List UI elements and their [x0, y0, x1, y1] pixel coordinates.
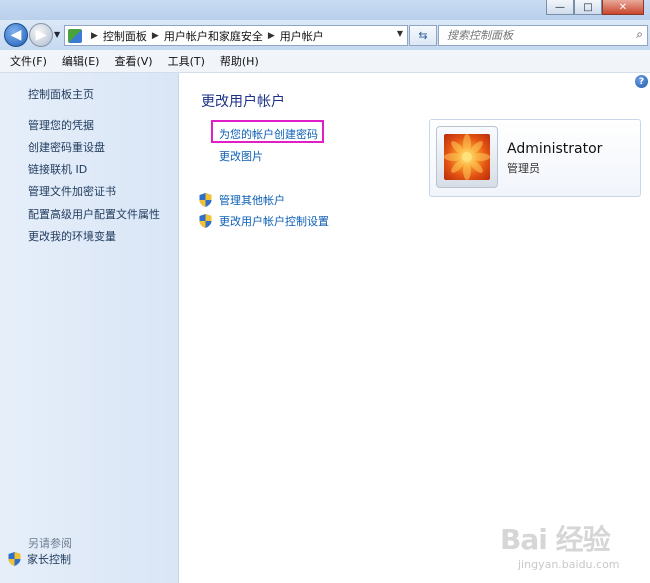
control-panel-home-link[interactable]: 控制面板主页 — [28, 86, 94, 102]
breadcrumb-separator-icon[interactable]: ▶ — [91, 31, 98, 41]
search-box[interactable]: ⌕ — [438, 25, 648, 46]
page-title: 更改用户帐户 — [201, 94, 285, 110]
link-online-id-link[interactable]: 链接联机 ID — [28, 161, 87, 177]
search-icon[interactable]: ⌕ — [636, 27, 643, 42]
menu-view[interactable]: 查看(V) — [104, 53, 157, 69]
search-input[interactable] — [445, 28, 629, 43]
watermark-url: jingyan.baidu.com — [518, 558, 620, 571]
help-icon[interactable]: ? — [635, 75, 648, 88]
control-panel-icon — [68, 28, 82, 43]
caption-buttons: — □ ✕ — [546, 0, 644, 15]
chevron-down-icon: ▼ — [54, 30, 61, 39]
flower-petals-icon — [444, 134, 490, 180]
refresh-icon: ⇆ — [418, 29, 428, 42]
minimize-button[interactable]: — — [546, 0, 574, 15]
arrow-right-icon: ▶ — [35, 27, 47, 43]
maximize-button[interactable]: □ — [574, 0, 602, 15]
avatar — [436, 126, 498, 188]
close-button[interactable]: ✕ — [602, 0, 644, 15]
advanced-profile-properties-link[interactable]: 配置高级用户配置文件属性 — [28, 206, 160, 222]
manage-credentials-link[interactable]: 管理您的凭据 — [28, 117, 94, 133]
menu-help[interactable]: 帮助(H) — [210, 53, 264, 69]
refresh-button[interactable]: ⇆ — [409, 25, 437, 46]
breadcrumb-user-accounts-family-safety[interactable]: 用户帐户和家庭安全 — [164, 28, 263, 44]
left-task-pane: 控制面板主页 管理您的凭据 创建密码重设盘 链接联机 ID 管理文件加密证书 配… — [0, 73, 179, 583]
watermark: Bai 经验 jingyan.baidu.com — [500, 508, 645, 578]
uac-shield-icon — [199, 193, 212, 207]
menu-file[interactable]: 文件(F) — [0, 53, 52, 69]
address-dropdown-icon[interactable]: ▼ — [397, 29, 403, 38]
flower-picture-icon — [444, 134, 490, 180]
menu-bar: 文件(F) 编辑(E) 查看(V) 工具(T) 帮助(H) — [0, 50, 650, 73]
breadcrumb-control-panel[interactable]: 控制面板 — [103, 28, 147, 44]
address-bar[interactable]: ▶ 控制面板 ▶ 用户帐户和家庭安全 ▶ 用户帐户 ▼ — [64, 25, 408, 46]
watermark-logo: Bai 经验 — [500, 523, 611, 556]
manage-encryption-certificates-link[interactable]: 管理文件加密证书 — [28, 183, 116, 199]
manage-other-accounts-label: 管理其他帐户 — [219, 194, 285, 207]
change-picture-link[interactable]: 更改图片 — [219, 148, 263, 164]
uac-shield-icon — [8, 552, 21, 566]
menu-edit[interactable]: 编辑(E) — [52, 53, 105, 69]
recent-pages-dropdown[interactable]: ▼ — [54, 30, 60, 39]
breadcrumb-separator-icon[interactable]: ▶ — [152, 31, 159, 41]
parental-controls-link[interactable]: 家长控制 — [8, 551, 71, 567]
breadcrumb-separator-icon[interactable]: ▶ — [268, 31, 275, 41]
account-card: Administrator 管理员 — [429, 119, 641, 197]
change-uac-settings-label: 更改用户帐户控制设置 — [219, 215, 329, 228]
change-uac-settings-link[interactable]: 更改用户帐户控制设置 — [199, 213, 329, 229]
manage-other-accounts-link[interactable]: 管理其他帐户 — [199, 192, 285, 208]
title-bar: — □ ✕ — [0, 0, 650, 20]
account-type: 管理员 — [507, 162, 540, 175]
see-also-heading: 另请参阅 — [28, 537, 72, 550]
menu-tools[interactable]: 工具(T) — [158, 53, 210, 69]
forward-button[interactable]: ▶ — [29, 23, 53, 47]
account-name: Administrator — [507, 141, 603, 157]
create-password-link[interactable]: 为您的帐户创建密码 — [219, 126, 318, 142]
breadcrumb-user-accounts[interactable]: 用户帐户 — [280, 28, 324, 44]
uac-shield-icon — [199, 214, 212, 228]
change-environment-variables-link[interactable]: 更改我的环境变量 — [28, 228, 116, 244]
arrow-left-icon: ◀ — [10, 27, 22, 43]
main-content: ? 更改用户帐户 为您的帐户创建密码 更改图片 管理其他帐户 更改用户帐户控制设… — [179, 73, 650, 583]
parental-controls-label: 家长控制 — [27, 553, 71, 566]
navigation-bar: ◀ ▶ ▼ ▶ 控制面板 ▶ 用户帐户和家庭安全 ▶ 用户帐户 ▼ ⇆ ⌕ — [0, 20, 650, 50]
create-password-reset-disk-link[interactable]: 创建密码重设盘 — [28, 139, 105, 155]
back-button[interactable]: ◀ — [4, 23, 28, 47]
